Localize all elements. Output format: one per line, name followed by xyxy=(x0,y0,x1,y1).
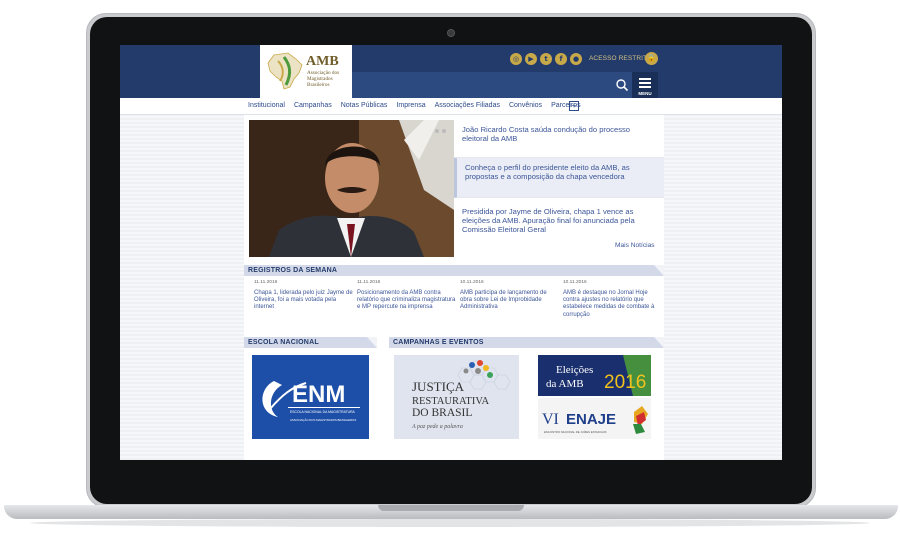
registro-text[interactable]: AMB participa de lançamento de obra sobr… xyxy=(460,290,560,312)
laptop-shadow xyxy=(30,519,870,527)
menu-label: MENU xyxy=(638,91,652,96)
enaje-title: ENAJE xyxy=(566,411,616,428)
nav-item-institucional[interactable]: Institucional xyxy=(248,102,285,109)
justica-restaurativa-image: JUSTIÇA RESTAURATIVA DO BRASIL A paz ped… xyxy=(394,355,519,439)
eleicoes-line-1: Eleições xyxy=(556,364,593,376)
registro-text[interactable]: Chapa 1, liderada pelo juiz Jayme de Oli… xyxy=(254,290,354,312)
registro-date: 11.11.2016 xyxy=(254,280,278,285)
registro-item[interactable]: 11.11.2016 Chapa 1, liderada pelo juiz J… xyxy=(254,280,354,312)
nav-item-imprensa[interactable]: Imprensa xyxy=(396,102,425,109)
site-logo[interactable]: AMB Associação dos Magistrados Brasileir… xyxy=(260,45,352,98)
camera-icon xyxy=(447,29,455,37)
enm-logo-sub1: ESCOLA NACIONAL DA MAGISTRATURA xyxy=(290,410,356,414)
enaje-prefix: VI xyxy=(542,411,559,428)
news-list: João Ricardo Costa saúda condução do pro… xyxy=(454,120,664,257)
logo-title: AMB xyxy=(306,54,339,69)
nav-item-notas-publicas[interactable]: Notas Públicas xyxy=(341,102,388,109)
registro-date: 10.11.2016 xyxy=(563,280,587,285)
youtube-icon[interactable]: ▶ xyxy=(525,53,537,65)
registros-heading: REGISTROS DA SEMANA xyxy=(244,265,664,276)
enm-logo-sub2: ASSOCIAÇÃO DOS MAGISTRADOS BRASILEIROS xyxy=(290,417,356,422)
logo-subtitle: Associação dos Magistrados Brasileiros xyxy=(307,70,340,88)
main-content: João Ricardo Costa saúda condução do pro… xyxy=(244,115,664,460)
registro-item[interactable]: 10.11.2016 AMB é destaque no Jornal Hoje… xyxy=(563,280,663,319)
enaje-subtitle: ENCONTRO NACIONAL DE JUÍZES ESTADUAIS xyxy=(544,430,607,434)
hero-photo[interactable] xyxy=(249,120,454,257)
justica-restaurativa-banner[interactable]: JUSTIÇA RESTAURATIVA DO BRASIL A paz ped… xyxy=(394,355,519,439)
menu-button[interactable]: MENU xyxy=(632,72,658,98)
facebook-icon[interactable]: f xyxy=(555,53,567,65)
search-icon[interactable] xyxy=(615,78,629,92)
news-item[interactable]: João Ricardo Costa saúda condução do pro… xyxy=(454,120,664,158)
justica-line-2: RESTAURATIVA xyxy=(412,396,490,407)
campanhas-heading: CAMPANHAS E EVENTOS xyxy=(389,337,664,348)
portrait-image xyxy=(249,120,454,257)
nav-item-campanhas[interactable]: Campanhas xyxy=(294,102,332,109)
search-bar xyxy=(352,72,632,98)
more-news-link[interactable]: Mais Notícias xyxy=(615,242,655,249)
escola-heading: ESCOLA NACIONAL xyxy=(244,337,377,348)
laptop-notch xyxy=(378,505,524,511)
screen: AMB Associação dos Magistrados Brasileir… xyxy=(120,45,782,460)
registro-date: 10.11.2016 xyxy=(460,280,484,285)
enm-banner[interactable]: ENM ESCOLA NACIONAL DA MAGISTRATURA ASSO… xyxy=(252,355,369,439)
news-item[interactable]: Conheça o perfil do presidente eleito da… xyxy=(454,158,664,198)
enm-logo: ENM ESCOLA NACIONAL DA MAGISTRATURA ASSO… xyxy=(262,381,360,422)
main-nav: Institucional Campanhas Notas Públicas I… xyxy=(120,98,782,115)
enaje-banner[interactable]: VI ENAJE ENCONTRO NACIONAL DE JUÍZES EST… xyxy=(538,398,651,439)
registro-text[interactable]: AMB é destaque no Jornal Hoje contra aju… xyxy=(563,290,663,319)
justica-line-3: DO BRASIL xyxy=(412,407,472,419)
eleicoes-amb-banner[interactable]: Eleições da AMB 2016 xyxy=(538,355,651,396)
eleicoes-image: Eleições da AMB 2016 xyxy=(538,355,651,396)
social-links: ◎ ▶ t f ● xyxy=(510,53,582,65)
registro-item[interactable]: 11.11.2016 Posicionamento da AMB contra … xyxy=(357,280,457,312)
nav-item-associacoes-filiadas[interactable]: Associações Filiadas xyxy=(435,102,500,109)
eleicoes-year: 2016 xyxy=(604,372,646,393)
flickr-icon[interactable]: ● xyxy=(570,53,582,65)
instagram-icon[interactable]: ◎ xyxy=(510,53,522,65)
hamburger-icon xyxy=(639,78,651,90)
justica-line-1: JUSTIÇA xyxy=(412,379,465,394)
justica-tagline: A paz pede a palavra xyxy=(411,424,463,430)
carousel-dots[interactable] xyxy=(435,129,446,133)
enm-logo-text: ENM xyxy=(292,381,345,408)
registro-text[interactable]: Posicionamento da AMB contra relatório q… xyxy=(357,290,457,312)
registro-date: 11.11.2016 xyxy=(357,280,381,285)
enaje-image: VI ENAJE ENCONTRO NACIONAL DE JUÍZES EST… xyxy=(538,398,651,439)
eleicoes-line-2: da AMB xyxy=(546,378,584,390)
registro-item[interactable]: 10.11.2016 AMB participa de lançamento d… xyxy=(460,280,560,312)
lock-icon[interactable]: 🔒 xyxy=(645,52,658,65)
search-input[interactable] xyxy=(358,77,608,93)
brazil-map-icon xyxy=(267,52,303,90)
nav-item-convenios[interactable]: Convênios xyxy=(509,102,542,109)
restricted-access-link[interactable]: ACESSO RESTRITO xyxy=(589,55,652,62)
site-header: AMB Associação dos Magistrados Brasileir… xyxy=(120,45,782,98)
news-item[interactable]: Presidida por Jayme de Oliveira, chapa 1… xyxy=(454,202,664,240)
nav-more-button[interactable]: + xyxy=(569,101,579,111)
twitter-icon[interactable]: t xyxy=(540,53,552,65)
